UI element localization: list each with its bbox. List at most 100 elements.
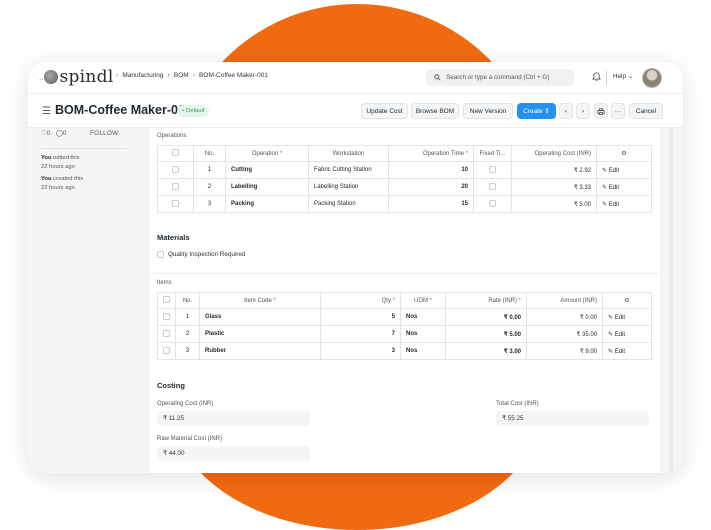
workstation-cell[interactable]: Packing Station (308, 195, 389, 213)
row-checkbox[interactable] (157, 195, 194, 213)
select-all-checkbox[interactable] (157, 292, 176, 309)
item-code-cell[interactable]: Glass (199, 308, 321, 326)
operating-cost-cell: ₹ 2.92 (511, 161, 597, 179)
column-header-label: Operation Time (422, 150, 464, 157)
chevron-right-icon: › (581, 107, 585, 115)
table-header-row: No. Operation * Workstation Operation Ti… (157, 145, 652, 162)
total-cost-label: Total Cost (INR) (496, 401, 539, 407)
row-checkbox[interactable] (157, 308, 176, 326)
table-row[interactable]: 3 Rubber 3 Nos ₹ 3.00 ₹ 9.00 ✎ Edit (157, 342, 652, 360)
edit-row-button[interactable]: ✎ Edit (602, 308, 652, 326)
next-record-button[interactable]: › (576, 103, 590, 119)
pencil-icon: ✎ (602, 167, 608, 174)
edit-row-button[interactable]: ✎ Edit (596, 195, 652, 213)
pencil-icon: ✎ (602, 201, 608, 208)
breadcrumb-current[interactable]: BOM-Coffee Maker-001 (199, 72, 268, 79)
row-checkbox[interactable] (157, 342, 176, 360)
uom-cell[interactable]: Nos (400, 342, 446, 360)
menu-icon[interactable]: ☰ (42, 106, 51, 117)
table-row[interactable]: 2 Labelling Labelling Station 20 ₹ 3.33 … (157, 178, 652, 196)
required-marker: * (392, 297, 395, 304)
help-label: Help (613, 73, 626, 80)
raw-material-cost-field: ₹ 44.00 (157, 446, 310, 461)
checkbox-box (157, 251, 164, 258)
scrollbar[interactable] (669, 128, 673, 473)
uom-cell[interactable]: Nos (400, 308, 446, 326)
browse-bom-button[interactable]: Browse BOM (411, 103, 459, 119)
activity-item: You created this 22 hours ago (41, 175, 83, 192)
operation-cell[interactable]: Labelling (225, 178, 309, 196)
activity-time: 22 hours ago (41, 184, 75, 191)
new-version-button[interactable]: New Version (463, 103, 513, 119)
costing-section-title: Costing (157, 381, 185, 390)
qty-cell[interactable]: 3 (320, 342, 401, 360)
table-row[interactable]: 3 Packing Packing Station 15 ₹ 5.00 ✎ Ed… (157, 195, 652, 213)
app-logo[interactable]: .. spindl (39, 67, 114, 87)
edit-label: Edit (608, 201, 620, 208)
print-button[interactable] (594, 103, 608, 119)
row-checkbox[interactable] (157, 161, 194, 179)
operations-table: No. Operation * Workstation Operation Ti… (157, 145, 652, 213)
create-button[interactable]: Create ⇕ (517, 103, 556, 119)
column-header: Operation Time * (388, 145, 474, 162)
quality-inspection-checkbox[interactable]: Quality Inspection Required (157, 251, 245, 258)
table-row[interactable]: 1 Glass 5 Nos ₹ 0.00 ₹ 0.00 ✎ Edit (157, 308, 652, 326)
breadcrumb-bom[interactable]: BOM (174, 72, 189, 79)
operation-time-cell[interactable]: 15 (388, 195, 474, 213)
avatar[interactable] (642, 68, 662, 88)
operation-time-cell[interactable]: 10 (388, 161, 474, 179)
item-code-cell[interactable]: Plastic (199, 325, 321, 343)
follow-button[interactable]: FOLLOW (90, 130, 118, 137)
rate-cell[interactable]: ₹ 0.00 (445, 308, 527, 326)
fixed-time-checkbox[interactable] (473, 178, 512, 196)
table-row[interactable]: 2 Plastic 7 Nos ₹ 5.00 ₹ 35.00 ✎ Edit (157, 325, 652, 343)
sidebar: ♡0 · ◯0 FOLLOW You edited this 22 hours … (28, 128, 142, 473)
column-header: Fixed Ti... (473, 145, 512, 162)
edit-row-button[interactable]: ✎ Edit (602, 325, 652, 343)
quality-inspection-label: Quality Inspection Required (168, 251, 246, 258)
page-title: BOM-Coffee Maker-001 (55, 103, 192, 117)
search-input[interactable]: Search or type a command (Ctrl + G) (426, 69, 574, 86)
operation-cell[interactable]: Cutting (225, 161, 309, 179)
app-window: .. spindl › Manufacturing › BOM › BOM-Co… (28, 62, 683, 473)
row-checkbox[interactable] (157, 178, 194, 196)
materials-section-title: Materials (157, 233, 190, 242)
form-body: Operations No. Operation * Workstation O… (150, 128, 660, 473)
qty-cell[interactable]: 5 (320, 308, 401, 326)
navbar-divider (606, 71, 607, 85)
row-checkbox[interactable] (157, 325, 176, 343)
bell-icon[interactable] (591, 71, 602, 83)
column-settings-icon[interactable]: ⚙ (602, 292, 652, 309)
required-marker: * (429, 297, 432, 304)
workstation-cell[interactable]: Fabric Cutting Station (308, 161, 389, 179)
help-dropdown[interactable]: Help ⌄ (613, 73, 633, 80)
operation-time-cell[interactable]: 20 (388, 178, 474, 196)
column-header: Workstation (308, 145, 389, 162)
chevron-right-icon: › (192, 72, 196, 79)
item-code-cell[interactable]: Rubber (199, 342, 321, 360)
column-header-label: Qty (381, 297, 391, 304)
operating-cost-cell: ₹ 3.33 (511, 178, 597, 196)
prev-record-button[interactable]: ‹ (559, 103, 573, 119)
likes-comments[interactable]: ♡0 · ◯0 (41, 130, 66, 137)
update-cost-button[interactable]: Update Cost (361, 103, 408, 119)
more-actions-button[interactable]: ··· (611, 103, 625, 119)
fixed-time-checkbox[interactable] (473, 161, 512, 179)
edit-row-button[interactable]: ✎ Edit (596, 178, 652, 196)
rate-cell[interactable]: ₹ 3.00 (445, 342, 527, 360)
cancel-button[interactable]: Cancel (629, 103, 663, 119)
table-row[interactable]: 1 Cutting Fabric Cutting Station 10 ₹ 2.… (157, 161, 652, 179)
operation-cell[interactable]: Packing (225, 195, 309, 213)
rate-cell[interactable]: ₹ 5.00 (445, 325, 527, 343)
column-header: UOM * (400, 292, 446, 309)
select-all-checkbox[interactable] (157, 145, 194, 162)
qty-cell[interactable]: 7 (320, 325, 401, 343)
total-cost-field: ₹ 55.25 (496, 411, 649, 426)
fixed-time-checkbox[interactable] (473, 195, 512, 213)
edit-row-button[interactable]: ✎ Edit (602, 342, 652, 360)
edit-row-button[interactable]: ✎ Edit (596, 161, 652, 179)
workstation-cell[interactable]: Labelling Station (308, 178, 389, 196)
breadcrumb-manufacturing[interactable]: Manufacturing (122, 72, 163, 79)
uom-cell[interactable]: Nos (400, 325, 446, 343)
column-settings-icon[interactable]: ⚙ (596, 145, 652, 162)
